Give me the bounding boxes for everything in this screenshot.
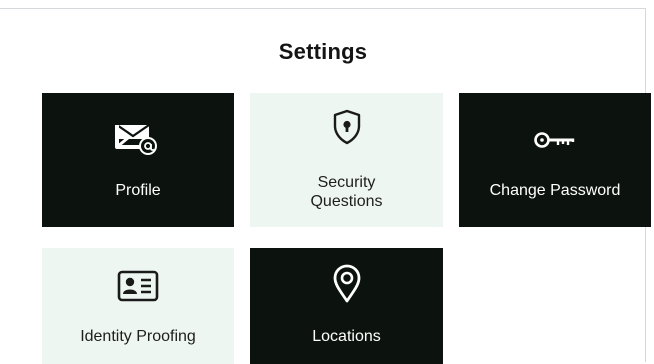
key-icon bbox=[534, 132, 575, 148]
security-questions-label-line1: Security bbox=[317, 174, 376, 191]
security-questions-label-line2: Questions bbox=[310, 193, 383, 210]
security-questions-tile[interactable]: Security Questions bbox=[250, 93, 443, 227]
map-pin-icon bbox=[333, 264, 360, 303]
page-title: Settings bbox=[278, 39, 368, 64]
shield-lock-icon bbox=[333, 109, 360, 145]
identity-proofing-tile[interactable]: Identity Proofing bbox=[42, 248, 234, 364]
envelope-at-icon bbox=[115, 124, 157, 155]
locations-label: Locations bbox=[312, 328, 381, 345]
profile-tile[interactable]: Profile bbox=[42, 93, 234, 227]
id-card-icon bbox=[117, 270, 159, 302]
identity-proofing-label: Identity Proofing bbox=[80, 328, 196, 345]
locations-tile[interactable]: Locations bbox=[250, 248, 443, 364]
change-password-label: Change Password bbox=[489, 182, 621, 199]
change-password-tile[interactable]: Change Password bbox=[459, 93, 651, 227]
profile-label: Profile bbox=[115, 182, 161, 199]
settings-panel: Settings Profile Security Questions Chan… bbox=[0, 8, 651, 364]
